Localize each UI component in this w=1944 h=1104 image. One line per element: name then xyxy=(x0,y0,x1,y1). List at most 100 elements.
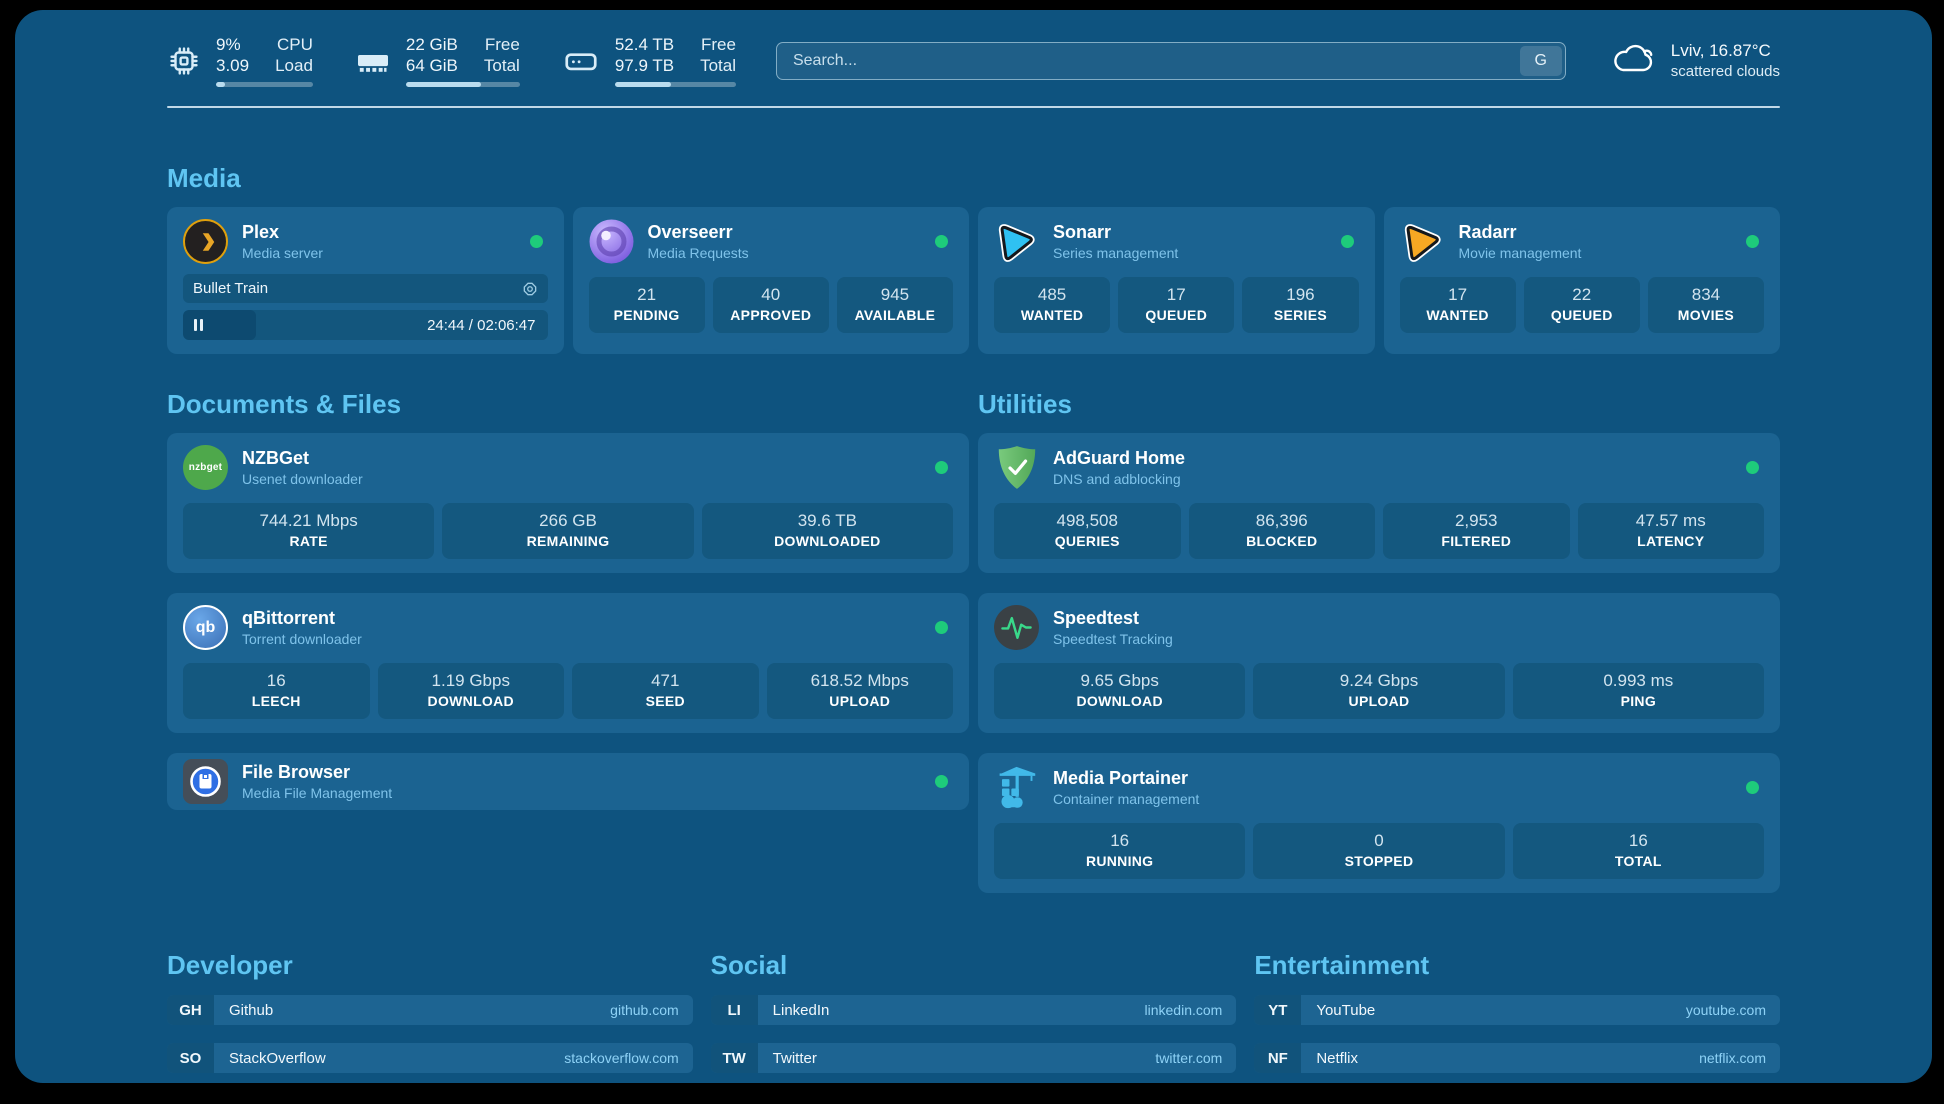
plex-icon xyxy=(183,219,228,264)
cpu-load-label: Load xyxy=(275,55,313,76)
adguard-icon xyxy=(994,445,1039,490)
stat-queries: 498,508 QUERIES xyxy=(994,503,1181,559)
pause-icon[interactable] xyxy=(194,319,203,331)
now-playing-title: Bullet Train xyxy=(193,280,268,297)
disk-free-label: Free xyxy=(701,34,736,55)
memory-icon xyxy=(355,43,391,79)
now-playing-row: Bullet Train xyxy=(183,274,548,303)
stat-downloaded: 39.6 TB DOWNLOADED xyxy=(702,503,953,559)
app-subtitle: Media File Management xyxy=(242,784,392,802)
app-title: File Browser xyxy=(242,761,392,784)
app-card-plex[interactable]: Plex Media server Bullet Train xyxy=(167,207,564,354)
bookmark-url: netflix.com xyxy=(1699,1043,1780,1073)
cpu-stat: 9% 3.09 CPU Load xyxy=(167,34,313,87)
bookmark-url: linkedin.com xyxy=(1145,995,1237,1025)
bookmark-url: github.com xyxy=(610,995,692,1025)
cpu-load-value: 3.09 xyxy=(216,55,249,76)
app-card-nzbget[interactable]: nzbget NZBGet Usenet downloader 744.21 M… xyxy=(167,433,969,573)
disk-total-label: Total xyxy=(700,55,736,76)
app-subtitle: Media server xyxy=(242,244,323,262)
app-card-portainer[interactable]: Media Portainer Container management 16 … xyxy=(978,753,1780,893)
stat-remaining: 266 GB REMAINING xyxy=(442,503,693,559)
radarr-icon xyxy=(1400,219,1445,264)
section-title-media: Media xyxy=(167,162,1780,194)
stat-download: 9.65 Gbps DOWNLOAD xyxy=(994,663,1245,719)
documents-column: Documents & Files nzbget NZBGet Usenet d… xyxy=(167,388,969,810)
stat-running: 16 RUNNING xyxy=(994,823,1245,879)
dashboard-panel: 9% 3.09 CPU Load xyxy=(15,10,1932,1083)
bookmark-name: YouTube xyxy=(1301,995,1375,1025)
app-title: Radarr xyxy=(1459,221,1582,244)
status-dot xyxy=(530,235,543,248)
filebrowser-icon xyxy=(183,759,228,804)
app-card-filebrowser[interactable]: File Browser Media File Management xyxy=(167,753,969,810)
memory-free-value: 22 GiB xyxy=(406,34,458,55)
status-dot xyxy=(1341,235,1354,248)
app-card-qbittorrent[interactable]: qb qBittorrent Torrent downloader 16 LEE… xyxy=(167,593,969,733)
stat-total: 16 TOTAL xyxy=(1513,823,1764,879)
scattered-clouds-icon xyxy=(1610,41,1658,80)
stat-approved: 40 APPROVED xyxy=(713,277,829,333)
memory-total-value: 64 GiB xyxy=(406,55,458,76)
bookmark-group-developer: Developer GH Github github.com SO StackO… xyxy=(167,949,693,1083)
bookmark-youtube[interactable]: YT YouTube youtube.com xyxy=(1254,995,1780,1025)
stat-filtered: 2,953 FILTERED xyxy=(1383,503,1570,559)
app-title: Media Portainer xyxy=(1053,767,1199,790)
memory-progress-bar xyxy=(406,82,520,87)
disk-icon xyxy=(562,42,600,80)
app-subtitle: DNS and adblocking xyxy=(1053,470,1185,488)
disk-progress-bar xyxy=(615,82,736,87)
status-dot xyxy=(1746,235,1759,248)
app-subtitle: Torrent downloader xyxy=(242,630,362,648)
stat-download: 1.19 Gbps DOWNLOAD xyxy=(378,663,565,719)
bookmark-github[interactable]: GH Github github.com xyxy=(167,995,693,1025)
status-dot xyxy=(935,461,948,474)
stat-wanted: 17 WANTED xyxy=(1400,277,1516,333)
section-title-social: Social xyxy=(711,949,1237,981)
app-card-overseerr[interactable]: Overseerr Media Requests 21 PENDING 40 A… xyxy=(573,207,970,354)
bookmark-name: LinkedIn xyxy=(758,995,830,1025)
stat-stopped: 0 STOPPED xyxy=(1253,823,1504,879)
nzbget-icon: nzbget xyxy=(183,445,228,490)
bookmark-url: youtube.com xyxy=(1686,995,1780,1025)
app-title: Speedtest xyxy=(1053,607,1173,630)
app-subtitle: Series management xyxy=(1053,244,1178,262)
stat-upload: 618.52 Mbps UPLOAD xyxy=(767,663,954,719)
bookmark-group-social: Social LI LinkedIn linkedin.com TW Twitt… xyxy=(711,949,1237,1073)
system-stats: 9% 3.09 CPU Load xyxy=(167,34,736,87)
search-engine-button[interactable]: G xyxy=(1520,46,1562,76)
status-dot xyxy=(935,775,948,788)
stat-series: 196 SERIES xyxy=(1242,277,1358,333)
playback-time: 24:44 / 02:06:47 xyxy=(427,317,547,334)
app-title: Overseerr xyxy=(648,221,749,244)
status-dot xyxy=(935,235,948,248)
app-title: Sonarr xyxy=(1053,221,1178,244)
bookmark-netflix[interactable]: NF Netflix netflix.com xyxy=(1254,1043,1780,1073)
utilities-column: Utilities xyxy=(978,388,1780,893)
section-title-developer: Developer xyxy=(167,949,693,981)
stat-latency: 47.57 ms LATENCY xyxy=(1578,503,1765,559)
app-card-adguard[interactable]: AdGuard Home DNS and adblocking 498,508 … xyxy=(978,433,1780,573)
app-card-speedtest[interactable]: Speedtest Speedtest Tracking 9.65 Gbps D… xyxy=(978,593,1780,733)
section-title-documents: Documents & Files xyxy=(167,388,969,420)
search-input[interactable] xyxy=(776,42,1566,80)
bookmark-abbr: YT xyxy=(1254,995,1301,1025)
bookmark-abbr: LI xyxy=(711,995,758,1025)
bookmark-linkedin[interactable]: LI LinkedIn linkedin.com xyxy=(711,995,1237,1025)
bookmark-group-entertainment: Entertainment YT YouTube youtube.com NF … xyxy=(1254,949,1780,1083)
app-subtitle: Container management xyxy=(1053,790,1199,808)
app-subtitle: Usenet downloader xyxy=(242,470,363,488)
app-title: NZBGet xyxy=(242,447,363,470)
bookmark-name: Netflix xyxy=(1301,1043,1358,1073)
app-card-radarr[interactable]: Radarr Movie management 17 WANTED 22 QUE… xyxy=(1384,207,1781,354)
bookmark-twitter[interactable]: TW Twitter twitter.com xyxy=(711,1043,1237,1073)
app-card-sonarr[interactable]: Sonarr Series management 485 WANTED 17 Q… xyxy=(978,207,1375,354)
stat-leech: 16 LEECH xyxy=(183,663,370,719)
disk-free-value: 52.4 TB xyxy=(615,34,674,55)
cpu-progress-bar xyxy=(216,82,313,87)
settings-icon[interactable] xyxy=(522,281,538,297)
qbittorrent-icon: qb xyxy=(183,605,228,650)
section-title-entertainment: Entertainment xyxy=(1254,949,1780,981)
bookmark-stackoverflow[interactable]: SO StackOverflow stackoverflow.com xyxy=(167,1043,693,1073)
playback-progress[interactable]: 24:44 / 02:06:47 xyxy=(183,310,548,340)
